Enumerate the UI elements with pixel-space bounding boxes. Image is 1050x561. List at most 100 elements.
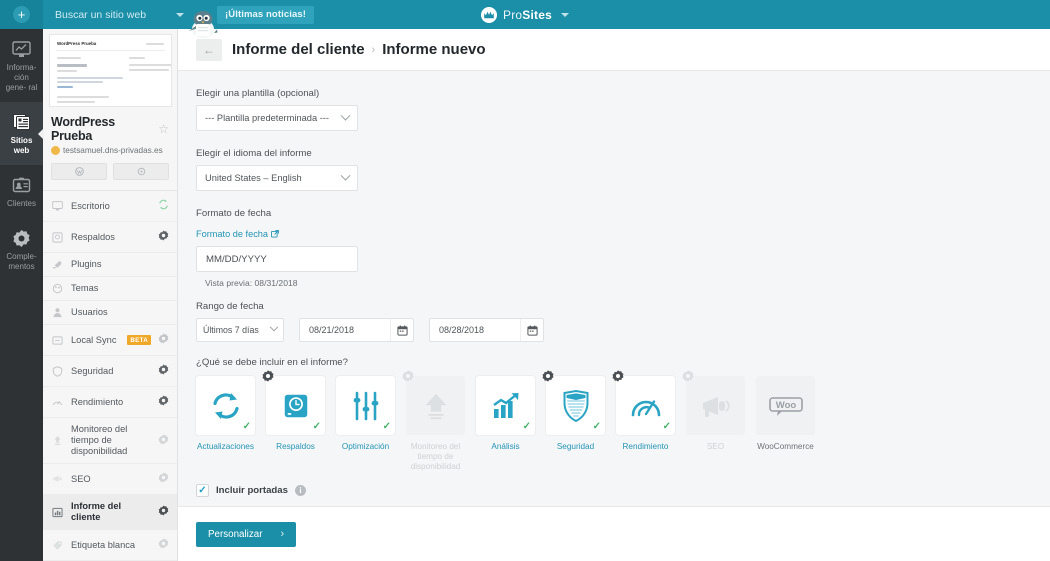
site-thumbnail-wrapper[interactable]: WordPress Prueba: [43, 29, 177, 107]
site-url-row: testsamuel.dns-privadas.es: [43, 143, 177, 155]
external-link-icon: [271, 230, 279, 238]
card-col-seo: SEO: [682, 370, 745, 472]
uptime-arrow-icon: [425, 393, 446, 419]
dateformat-input[interactable]: MM/DD/YYYY: [196, 246, 358, 272]
back-button[interactable]: ←: [196, 38, 222, 61]
dateformat-help-link[interactable]: Formato de fecha: [196, 229, 279, 239]
daterange-end-input[interactable]: 08/28/2018: [429, 318, 544, 342]
site-settings-button[interactable]: [113, 163, 169, 180]
sidebar-item-respaldos[interactable]: Respaldos: [43, 222, 177, 253]
info-icon[interactable]: i: [294, 485, 306, 496]
card-col-analisis: ✓ Análisis: [476, 376, 535, 472]
form-body: Elegir una plantilla (opcional) --- Plan…: [178, 71, 1050, 497]
gear-icon[interactable]: [158, 393, 169, 411]
personalizar-button[interactable]: Personalizar ›: [196, 521, 297, 547]
daterange-preset-select[interactable]: Últimos 7 días: [196, 318, 284, 342]
include-card-seguridad[interactable]: ✓: [542, 370, 605, 435]
site-action-buttons: [43, 155, 177, 190]
brand-chevron-down-icon[interactable]: [560, 12, 569, 17]
calendar-icon-start[interactable]: [390, 319, 413, 341]
sidebar-item-etiqueta-blanca[interactable]: Etiqueta blanca: [43, 530, 177, 561]
rail-item-addons[interactable]: Comple- mentos: [0, 218, 43, 281]
sync-icon[interactable]: [158, 197, 169, 215]
daterange-row: Últimos 7 días 08/21/2018 08/28/2018: [196, 318, 1032, 342]
sidebar-label-seguridad: Seguridad: [71, 365, 114, 376]
sidebar-label-rendimiento: Rendimiento: [71, 396, 124, 407]
card-gear-icon-seo[interactable]: [682, 370, 694, 382]
search-site-dropdown[interactable]: Buscar un sitio web: [43, 0, 193, 29]
plus-icon: +: [13, 6, 30, 23]
wordpress-icon: [74, 167, 84, 176]
template-select[interactable]: --- Plantilla predeterminada ---: [196, 105, 358, 131]
sidebar-label-plugins: Plugins: [71, 259, 102, 269]
sites-stack-icon: [2, 111, 41, 133]
include-card-seo[interactable]: [682, 370, 745, 435]
brand-prosites[interactable]: ProSites: [450, 6, 600, 23]
gear-icon[interactable]: [158, 503, 169, 521]
chevron-right-icon: ›: [280, 528, 285, 540]
gear-icon[interactable]: [158, 536, 169, 554]
footer-bar: Personalizar ›: [178, 506, 1050, 561]
plug-icon: [51, 259, 64, 270]
overview-monitor-icon: [2, 38, 41, 60]
include-card-rendimiento[interactable]: ✓: [612, 370, 675, 435]
analytics-chart-icon: [492, 392, 518, 418]
card-gear-icon-rendimiento[interactable]: [612, 370, 624, 382]
include-covers-checkbox[interactable]: ✓: [196, 484, 209, 497]
gear-icon[interactable]: [158, 470, 169, 488]
chevron-down-icon: [176, 12, 184, 17]
sidebar-item-informe-del-cliente[interactable]: Informe del cliente: [43, 495, 177, 530]
card-col-woocommerce: Woo WooCommerce: [756, 376, 815, 472]
card-label-respaldos: Respaldos: [276, 442, 315, 451]
sidebar-item-seo[interactable]: SEO: [43, 464, 177, 495]
card-gear-icon-respaldos[interactable]: [262, 370, 274, 382]
include-card-optimizacion[interactable]: ✓: [336, 376, 395, 435]
include-card-actualizaciones[interactable]: ✓: [196, 376, 255, 435]
include-card-monitoreo[interactable]: [402, 370, 465, 435]
card-label-analisis: Análisis: [491, 442, 520, 451]
check-icon: ✓: [382, 421, 391, 432]
latest-news-badge[interactable]: ¡Últimas noticias!: [217, 5, 314, 24]
gear-icon[interactable]: [158, 362, 169, 380]
daterange-start-input[interactable]: 08/21/2018: [299, 318, 414, 342]
sidebar-item-rendimiento[interactable]: Rendimiento: [43, 387, 177, 418]
page-title: Informe nuevo: [382, 41, 486, 58]
sidebar-item-escritorio[interactable]: Escritorio: [43, 191, 177, 222]
card-col-optimizacion: ✓ Optimización: [336, 376, 395, 472]
gear-icon: [137, 167, 145, 176]
sidebar-item-usuarios[interactable]: Usuarios: [43, 301, 177, 325]
open-wordpress-admin-button[interactable]: [51, 163, 107, 180]
rail-item-clients[interactable]: Clientes: [0, 165, 43, 218]
include-card-respaldos[interactable]: ✓: [262, 370, 325, 435]
card-label-woocommerce: WooCommerce: [757, 442, 814, 451]
gear-icon[interactable]: [158, 331, 169, 349]
gear-icon[interactable]: [158, 432, 169, 450]
site-title: WordPress Prueba: [51, 115, 115, 143]
sidebar-item-monitoreo[interactable]: Monitoreo del tiempo de disponibilidad: [43, 418, 177, 464]
sidebar-item-local-sync[interactable]: Local Sync BETA: [43, 325, 177, 356]
sidebar-label-etiqueta-blanca: Etiqueta blanca: [71, 539, 136, 550]
calendar-icon-end[interactable]: [520, 319, 543, 341]
news-area: ¡Últimas noticias!: [189, 5, 314, 38]
breadcrumb-parent[interactable]: Informe del cliente: [232, 41, 365, 58]
sidebar-item-seguridad[interactable]: Seguridad: [43, 356, 177, 387]
arrow-left-icon: ←: [203, 42, 215, 57]
star-outline-icon[interactable]: ☆: [158, 122, 169, 136]
sidebar-item-temas[interactable]: Temas: [43, 277, 177, 301]
card-gear-icon-monitoreo[interactable]: [402, 370, 414, 382]
report-icon: [51, 507, 64, 518]
backup-icon: [51, 231, 64, 243]
include-card-analisis[interactable]: ✓: [476, 376, 535, 435]
language-select[interactable]: United States – English: [196, 165, 358, 191]
daterange-group: Rango de fecha Últimos 7 días 08/21/2018: [196, 301, 1032, 342]
daterange-label: Rango de fecha: [196, 301, 264, 312]
top-bar: + Buscar un sitio web ¡Últimas noticias!: [0, 0, 1050, 38]
gear-icon[interactable]: [158, 228, 169, 246]
rail-item-overview[interactable]: Informa- ción gene- ral: [0, 29, 43, 102]
rail-item-sites[interactable]: Sitios web: [0, 102, 44, 165]
add-site-button[interactable]: +: [0, 0, 43, 29]
sidebar-item-plugins[interactable]: Plugins: [43, 253, 177, 277]
tag-icon: [51, 540, 64, 551]
include-card-woocommerce[interactable]: Woo: [756, 376, 815, 435]
card-gear-icon-seguridad[interactable]: [542, 370, 554, 382]
